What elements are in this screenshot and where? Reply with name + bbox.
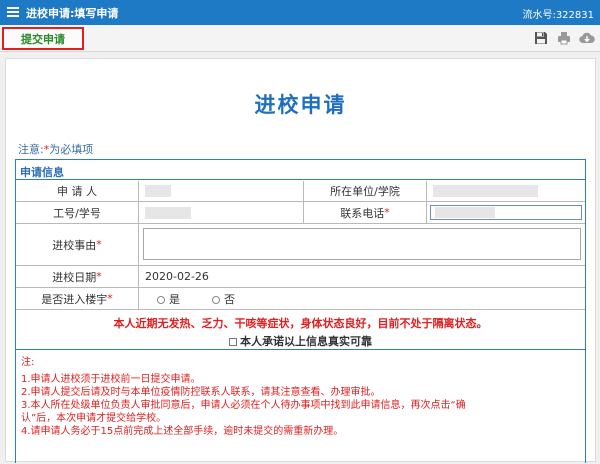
building-options: 是 否 (139, 288, 585, 310)
building-required-star: * (107, 292, 113, 305)
note-item: 3.本人所在处级单位负责人审批同意后，申请人必须在个人待办事项中找到此申请信息，… (21, 400, 466, 411)
note-item: 4.请申请人务必于15点前完成上述全部手续，逾时未提交的需重新办理。 (21, 426, 344, 437)
notes-title: 注: (21, 357, 35, 368)
application-form: 申请信息 申 请 人 所在单位/学院 工号/学号 联系电话 * 进校事由 * 进… (15, 159, 586, 463)
note-item: 1.申请人进校须于进校前一日提交申请。 (21, 374, 201, 385)
phone-cell (427, 202, 585, 224)
phone-input[interactable] (430, 205, 582, 220)
radio-no[interactable] (212, 295, 220, 304)
note-item: 2.申请人提交后请及时与本单位疫情防控联系人联系，请其注意查看、办理审批。 (21, 387, 381, 398)
option-no-label: 否 (224, 292, 235, 306)
reason-cell (139, 224, 585, 266)
page-title: 进校申请 (254, 93, 347, 117)
toolbar: 提交申请 (0, 25, 600, 52)
print-icon[interactable] (557, 31, 571, 45)
top-bar: 进校申请:填写申请 流水号:322831 (0, 0, 600, 25)
unit-label: 所在单位/学院 (304, 181, 427, 202)
date-value[interactable]: 2020-02-26 (139, 266, 585, 288)
serial-number: 流水号:322831 (522, 10, 594, 21)
phone-label: 联系电话 * (304, 202, 427, 224)
applicant-redacted (145, 185, 171, 197)
menu-icon[interactable] (7, 7, 19, 17)
date-required-star: * (96, 270, 102, 283)
id-redacted (145, 206, 191, 219)
phone-label-text: 联系电话 (340, 206, 385, 220)
health-declaration: 本人近期无发热、乏力、干咳等症状，身体状态良好，目前不处于隔离状态。 (113, 317, 488, 330)
reason-label: 进校事由 * (16, 224, 139, 266)
submit-button[interactable]: 提交申请 (2, 27, 84, 50)
phone-required-star: * (384, 206, 390, 219)
section-header: 申请信息 (16, 160, 585, 180)
notes-section: 注: 1.申请人进校须于进校前一日提交申请。 2.申请人提交后请及时与本单位疫情… (16, 356, 585, 438)
building-label: 是否进入楼宇 * (16, 288, 139, 310)
phone-redacted (435, 207, 495, 218)
reason-label-text: 进校事由 (52, 238, 97, 252)
note-item: 认”后，本次申请才提交给学校。 (21, 413, 167, 424)
app-title: 进校申请:填写申请 (26, 7, 119, 20)
building-label-text: 是否进入楼宇 (41, 292, 108, 306)
option-yes[interactable]: 是 (157, 291, 180, 307)
form-sheet: 进校申请 注意:*为必填项 申请信息 申 请 人 所在单位/学院 工号/学号 联… (5, 58, 596, 463)
unit-redacted (433, 185, 538, 197)
unit-value (427, 181, 585, 202)
reason-textarea[interactable] (143, 228, 581, 260)
declaration-block: 本人近期无发热、乏力、干咳等症状，身体状态良好，目前不处于隔离状态。 本人承诺以… (16, 310, 585, 350)
required-note: 注意:*为必填项 (18, 141, 93, 157)
option-no[interactable]: 否 (212, 291, 235, 307)
date-label-text: 进校日期 (52, 270, 97, 284)
note-suffix: 为必填项 (49, 143, 94, 156)
applicant-label: 申 请 人 (16, 181, 139, 202)
option-yes-label: 是 (169, 292, 180, 306)
applicant-value (139, 181, 304, 202)
date-label: 进校日期 * (16, 266, 139, 288)
promise-checkbox-row[interactable]: 本人承诺以上信息真实可靠 (16, 333, 585, 349)
id-value (139, 202, 304, 224)
download-icon[interactable] (579, 31, 595, 45)
reason-required-star: * (96, 238, 102, 251)
save-icon[interactable] (534, 31, 548, 45)
radio-yes[interactable] (157, 295, 165, 304)
note-prefix: 注意: (18, 143, 44, 156)
promise-checkbox[interactable] (229, 338, 237, 346)
promise-label: 本人承诺以上信息真实可靠 (240, 335, 372, 348)
id-label: 工号/学号 (16, 202, 139, 224)
